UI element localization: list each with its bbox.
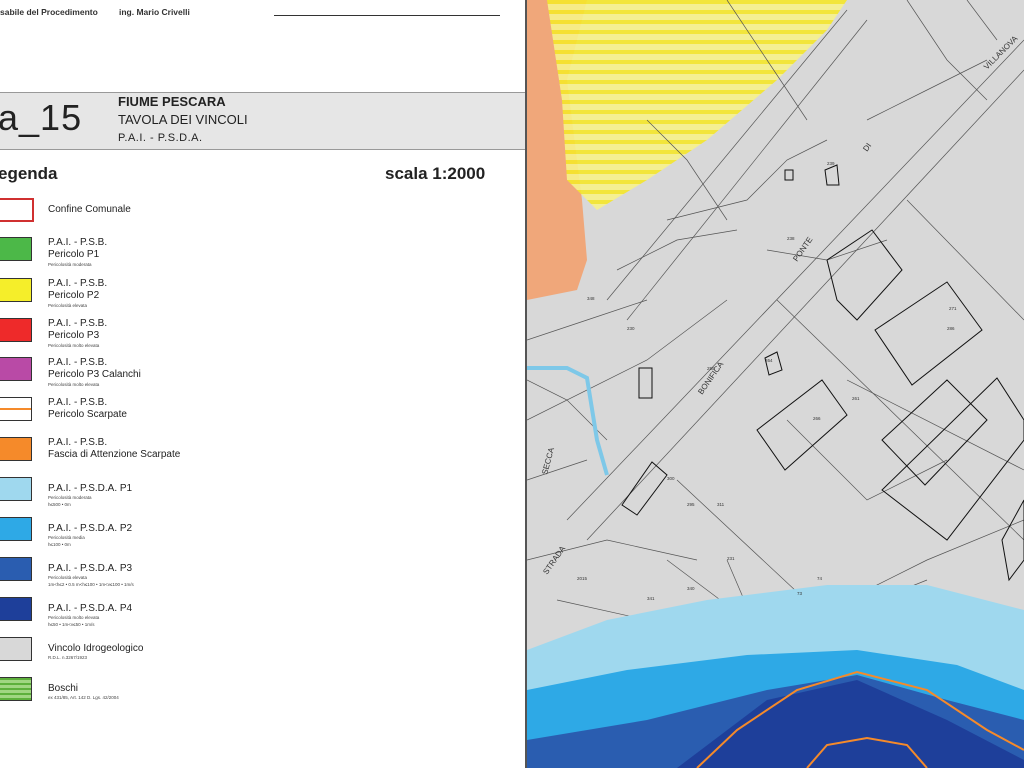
engineer-label: ing. Mario Crivelli bbox=[119, 7, 190, 17]
legend-item-note-2: h≤50 • 1m<v≤50 • 1m/s bbox=[48, 622, 95, 627]
legend-item-note: R.D.L. n.3267/1923 bbox=[48, 655, 88, 660]
parcel-number: 266 bbox=[813, 416, 821, 421]
legend-item-title: P.A.I. - P.S.D.A. P3 bbox=[48, 563, 133, 574]
legend-item-title: P.A.I. - P.S.B. bbox=[48, 357, 108, 368]
legend-item-title: P.A.I. - P.S.B. bbox=[48, 237, 108, 248]
title-line2: TAVOLA DEI VINCOLI bbox=[118, 112, 248, 127]
parcel-number: 300 bbox=[667, 476, 675, 481]
parcel-number: 74 bbox=[817, 576, 823, 581]
legend-item-title: P.A.I. - P.S.B. bbox=[48, 437, 108, 448]
legend-swatch bbox=[0, 517, 32, 541]
map-view[interactable]: PONTE BONIFICA STRADA SECCA VILLANOVA DI… bbox=[527, 0, 1024, 768]
legend-item-title: Confine Comunale bbox=[48, 204, 131, 215]
legend-item-note-2: 1m<h≤2 • 0.5 m<h≤100 • 1m<v≤100 • 1m/s bbox=[48, 582, 134, 587]
parcel-number: 230 bbox=[627, 326, 635, 331]
legend-item-title: P.A.I. - P.S.D.A. P2 bbox=[48, 523, 133, 534]
parcel-number: 271 bbox=[949, 306, 957, 311]
map-canvas: PONTE BONIFICA STRADA SECCA VILLANOVA DI… bbox=[527, 0, 1024, 768]
legend-item-note: Pericolosità media bbox=[48, 535, 85, 540]
legend-heading: egenda bbox=[0, 164, 58, 183]
legend-swatch bbox=[0, 397, 32, 421]
legend-item-note: Pericolosità elevata bbox=[48, 575, 88, 580]
parcel-number: 295 bbox=[687, 502, 695, 507]
legend-item-note-2: h≤500 • 0m bbox=[48, 502, 71, 507]
legend-item-title: P.A.I. - P.S.B. bbox=[48, 397, 108, 408]
parcel-number: 231 bbox=[727, 556, 735, 561]
legend-swatch bbox=[0, 437, 32, 461]
legend-swatch bbox=[0, 637, 32, 661]
parcel-number: 73 bbox=[797, 591, 803, 596]
legend-swatch bbox=[0, 477, 32, 501]
responsible-label: sabile del Procedimento bbox=[0, 7, 98, 17]
parcel-number: 348 bbox=[587, 296, 595, 301]
title-line3: P.A.I. - P.S.D.A. bbox=[118, 132, 203, 144]
legend-swatch bbox=[0, 677, 32, 701]
legend-item-note-2: h≤100 • 0m bbox=[48, 542, 71, 547]
legend-item-note: Pericolosità moderata bbox=[48, 495, 92, 500]
legend-item-subtitle: Pericolo P3 bbox=[48, 330, 100, 341]
sheet-code: a_15 bbox=[0, 97, 83, 138]
legend-item-note: Pericolosità molto elevata bbox=[48, 382, 100, 387]
legend-panel: sabile del Procedimento ing. Mario Crive… bbox=[0, 0, 525, 768]
parcel-number: 255 bbox=[707, 366, 715, 371]
legend-swatch bbox=[0, 198, 34, 222]
legend-swatch bbox=[0, 278, 32, 302]
legend-item-note: Pericolosità elevata bbox=[48, 303, 88, 308]
parcel-number: 261 bbox=[852, 396, 860, 401]
legend-item-title: Boschi bbox=[48, 683, 79, 694]
legend-item-subtitle: Fascia di Attenzione Scarpate bbox=[48, 449, 181, 460]
parcel-number: 238 bbox=[787, 236, 795, 241]
legend-item-title: P.A.I. - P.S.D.A. P1 bbox=[48, 483, 133, 494]
legend-item-subtitle: Pericolo P3 Calanchi bbox=[48, 369, 141, 380]
parcel-number: 2015 bbox=[577, 576, 588, 581]
signature-line bbox=[274, 15, 500, 16]
legend-swatch bbox=[0, 597, 32, 621]
legend-swatch bbox=[0, 318, 32, 342]
legend-item-title: P.A.I. - P.S.D.A. P4 bbox=[48, 603, 133, 614]
legend-item-note: Pericolosità molto elevata bbox=[48, 343, 100, 348]
legend-item-title: P.A.I. - P.S.B. bbox=[48, 278, 108, 289]
legend-item-title: Vincolo Idrogeologico bbox=[48, 643, 144, 654]
legend-swatch bbox=[0, 557, 32, 581]
parcel-number: 264 bbox=[765, 358, 773, 363]
legend-item-title: P.A.I. - P.S.B. bbox=[48, 318, 108, 329]
legend-item-subtitle: Pericolo Scarpate bbox=[48, 409, 127, 420]
legend-item-note: ex 431/85, Art. 142 D. Lgs. 42/2004 bbox=[48, 695, 119, 700]
scale-label: scala 1:2000 bbox=[385, 164, 486, 183]
parcel-number: 286 bbox=[947, 326, 955, 331]
parcel-number: 239 bbox=[827, 161, 835, 166]
parcel-number: 341 bbox=[647, 596, 655, 601]
parcel-number: 340 bbox=[687, 586, 695, 591]
title-line1: FIUME PESCARA bbox=[118, 94, 226, 109]
legend-item-note: Pericolosità molto elevata bbox=[48, 615, 100, 620]
legend-swatch bbox=[0, 237, 32, 261]
legend-item-subtitle: Pericolo P2 bbox=[48, 290, 100, 301]
parcel-number: 311 bbox=[717, 502, 725, 507]
legend-item-subtitle: Pericolo P1 bbox=[48, 249, 100, 260]
legend-item-note: Pericolosità moderata bbox=[48, 262, 92, 267]
legend-swatch bbox=[0, 357, 32, 381]
